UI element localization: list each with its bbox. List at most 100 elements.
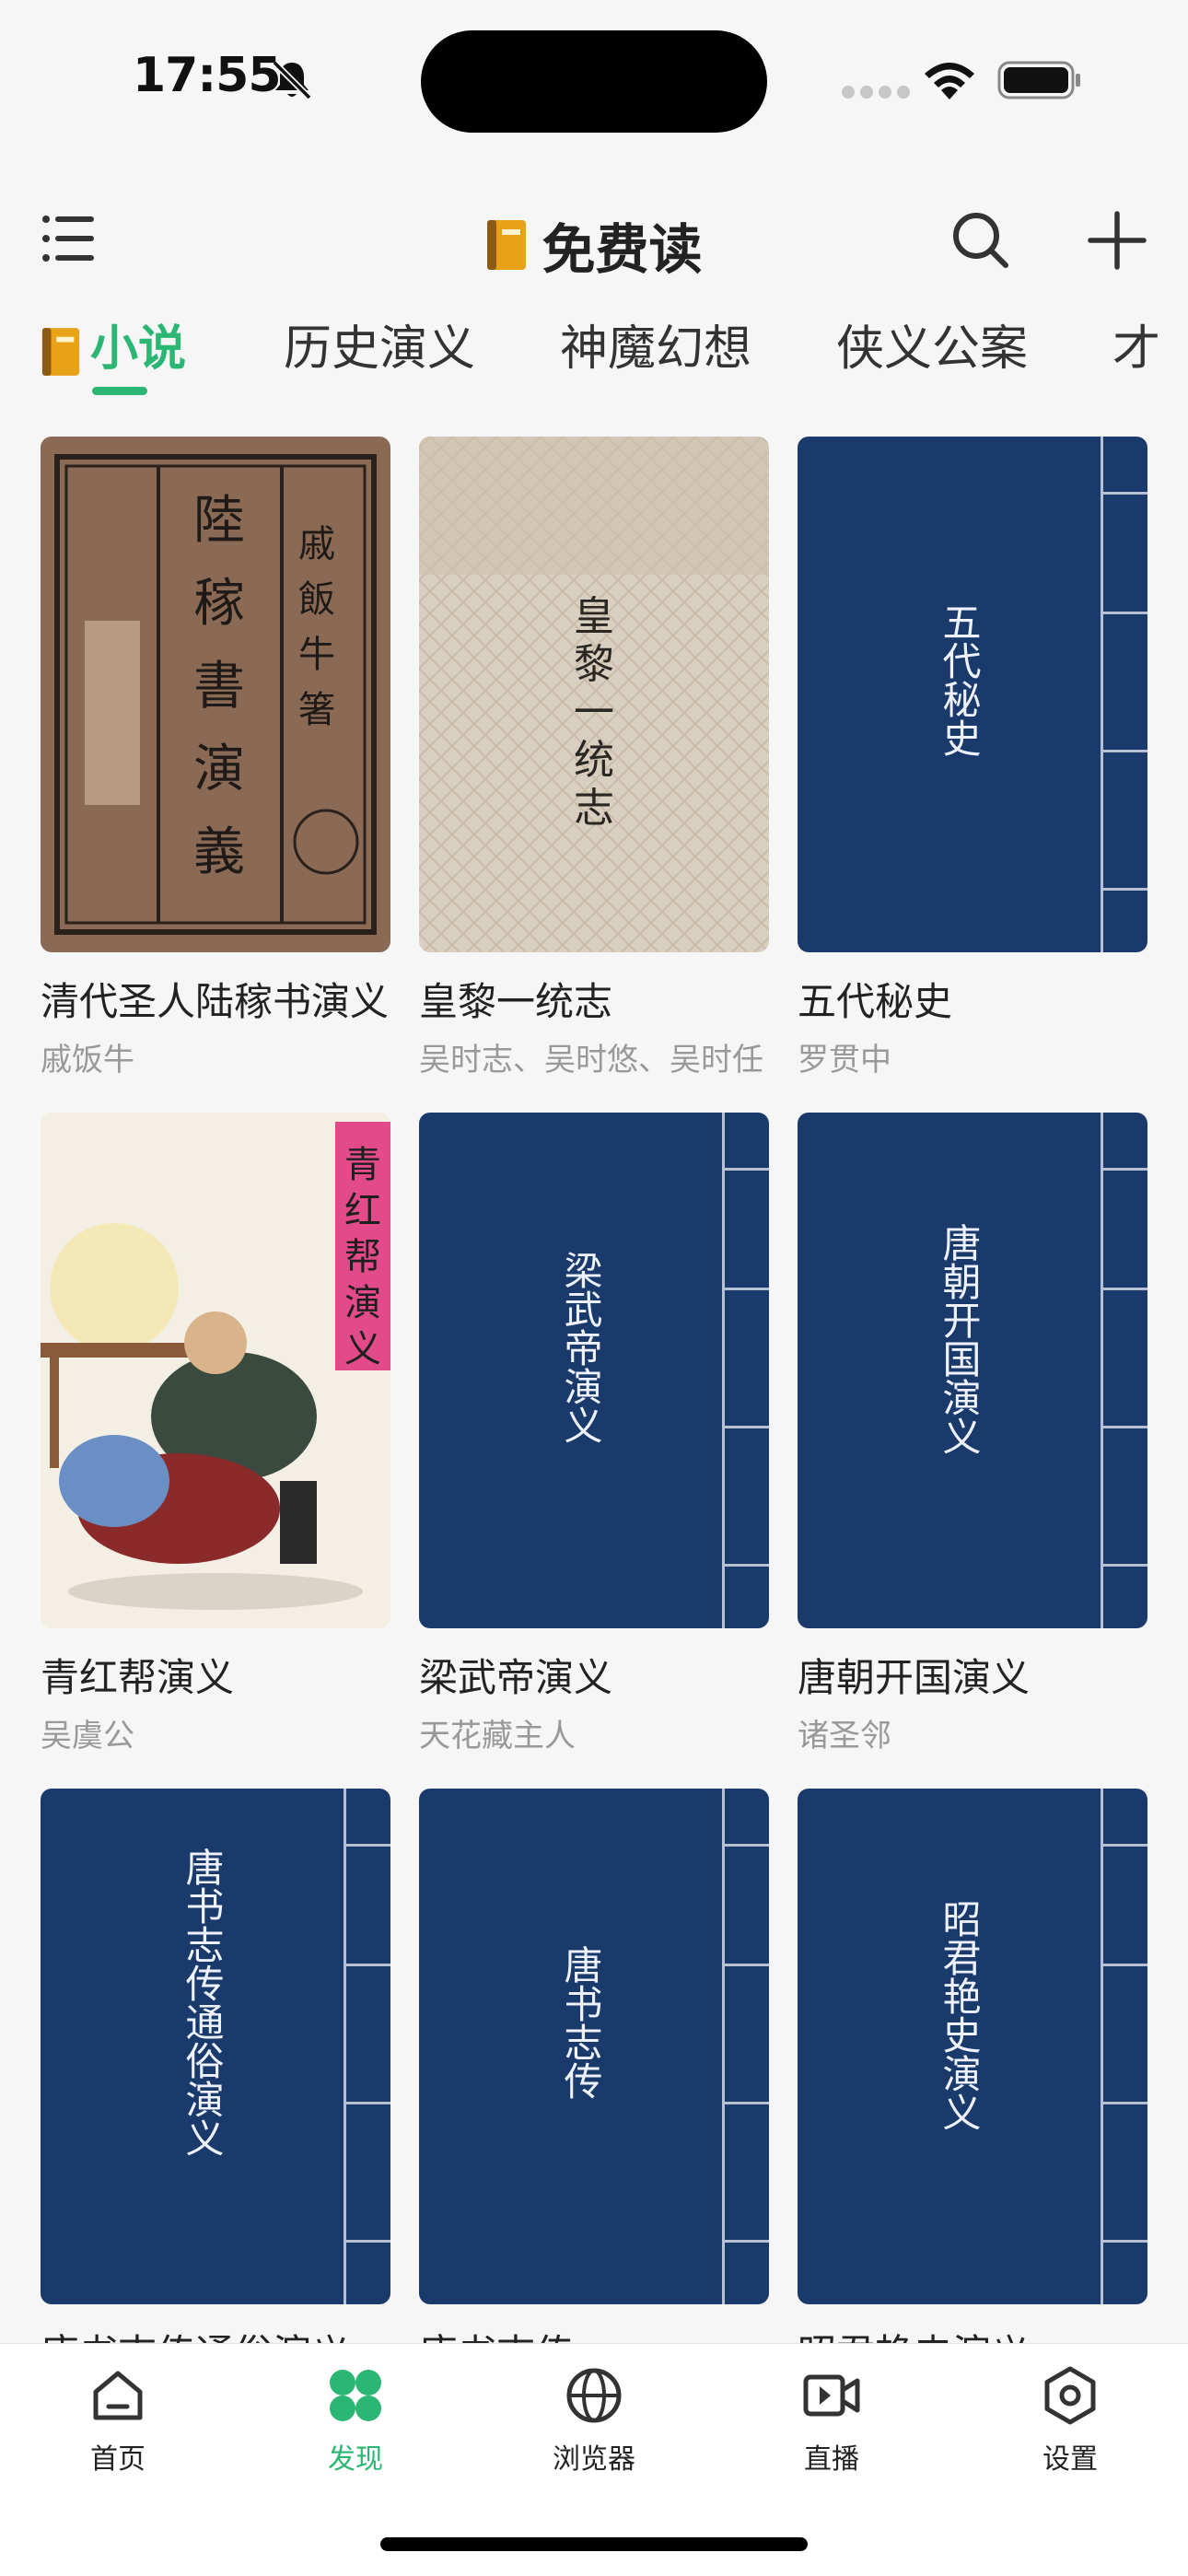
tab-history[interactable]: 历史演义 bbox=[284, 309, 475, 379]
cover-title: 唐书志传 bbox=[558, 1945, 603, 2100]
nav-live[interactable]: 直播 bbox=[758, 2364, 905, 2477]
nav-label: 浏览器 bbox=[553, 2443, 635, 2476]
video-camera-icon bbox=[803, 2374, 860, 2417]
nav-label: 首页 bbox=[90, 2443, 146, 2476]
cover-title: 唐朝开国演义 bbox=[937, 1223, 982, 1455]
home-icon bbox=[93, 2371, 143, 2420]
book-cover: 唐书志传 bbox=[419, 1789, 769, 2304]
dynamic-island bbox=[421, 30, 767, 133]
svg-text:红: 红 bbox=[344, 1190, 381, 1232]
discover-grid-icon bbox=[330, 2370, 381, 2421]
tab-label: 小说 bbox=[90, 321, 187, 377]
book-cover: 唐朝开国演义 bbox=[798, 1113, 1147, 1628]
page-title: 免费读 bbox=[542, 218, 703, 281]
book-title: 梁武帝演义 bbox=[419, 1655, 613, 1700]
book-author: 吴时志、吴时悠、吴时任 bbox=[419, 1042, 763, 1078]
book-author: 罗贯中 bbox=[798, 1042, 891, 1078]
book-cover: 梁武帝演义 bbox=[419, 1113, 769, 1628]
book-title: 清代圣人陆稼书演义 bbox=[41, 979, 390, 1024]
svg-text:飯: 飯 bbox=[298, 578, 335, 621]
book-binding bbox=[1101, 1789, 1147, 2304]
tab-fantasy[interactable]: 神魔幻想 bbox=[560, 309, 751, 379]
book-icon bbox=[487, 220, 527, 270]
book-card[interactable]: 梁武帝演义 梁武帝演义 天花藏主人 bbox=[419, 1113, 769, 1755]
book-binding bbox=[722, 1113, 769, 1628]
book-title: 唐朝开国演义 bbox=[798, 1655, 1031, 1700]
app-header: 免费读 bbox=[0, 184, 1188, 295]
cover-title: 梁武帝演义 bbox=[558, 1251, 603, 1444]
svg-text:统: 统 bbox=[574, 737, 614, 784]
book-card[interactable]: 青 红 帮 演 义 青红帮演义 吴虞公 bbox=[41, 1113, 390, 1755]
nav-label: 设置 bbox=[1042, 2443, 1098, 2476]
book-card[interactable]: 唐书志传 唐书志传 bbox=[419, 1789, 769, 2343]
book-card[interactable]: 皇 黎 一 统 志 皇黎一统志 吴时志、吴时悠、吴时任 bbox=[419, 437, 769, 1079]
bell-slash-icon bbox=[272, 60, 312, 100]
book-cover: 皇 黎 一 统 志 bbox=[419, 437, 769, 952]
svg-text:义: 义 bbox=[344, 1328, 381, 1370]
svg-text:牛: 牛 bbox=[298, 634, 335, 676]
book-cover: 昭君艳史演义 bbox=[798, 1789, 1147, 2304]
status-time: 17:55 bbox=[133, 48, 282, 103]
book-cover: 青 红 帮 演 义 bbox=[41, 1113, 390, 1628]
book-card[interactable]: 五代秘史 五代秘史 罗贯中 bbox=[798, 437, 1147, 1079]
book-title: 唐书志传 bbox=[419, 2323, 769, 2343]
cover-illustration: 陸 稼 書 演 義 戚 飯 牛 箸 bbox=[54, 454, 377, 935]
nav-home[interactable]: 首页 bbox=[44, 2364, 192, 2477]
home-indicator[interactable] bbox=[380, 2537, 808, 2551]
search-icon[interactable] bbox=[949, 208, 1013, 273]
tab-chivalry[interactable]: 侠义公案 bbox=[836, 309, 1028, 379]
book-title: 昭君艳史演义 bbox=[798, 2323, 1147, 2343]
cover-title: 五代秘史 bbox=[937, 602, 982, 757]
book-title: 青红帮演义 bbox=[41, 1655, 235, 1700]
svg-text:演: 演 bbox=[193, 740, 245, 799]
book-binding bbox=[722, 1789, 769, 2304]
book-card[interactable]: 唐朝开国演义 唐朝开国演义 诸圣邻 bbox=[798, 1113, 1147, 1755]
svg-text:稼: 稼 bbox=[193, 574, 245, 634]
active-tab-indicator bbox=[92, 387, 147, 395]
book-title: 皇黎一统志 bbox=[419, 979, 613, 1024]
battery-icon bbox=[997, 61, 1080, 99]
svg-text:帮: 帮 bbox=[344, 1236, 381, 1278]
book-cover: 陸 稼 書 演 義 戚 飯 牛 箸 bbox=[41, 437, 390, 952]
book-cover: 五代秘史 bbox=[798, 437, 1147, 952]
svg-text:箸: 箸 bbox=[298, 689, 335, 731]
book-card[interactable]: 陸 稼 書 演 義 戚 飯 牛 箸 清代圣人陆稼书演义 戚饭牛 bbox=[41, 437, 390, 1079]
signal-dots-icon bbox=[842, 85, 915, 102]
book-author: 戚饭牛 bbox=[41, 1042, 134, 1078]
svg-text:陸: 陸 bbox=[193, 491, 245, 551]
book-author: 诸圣邻 bbox=[798, 1718, 891, 1754]
svg-text:書: 書 bbox=[193, 657, 245, 717]
book-card[interactable]: 昭君艳史演义 昭君艳史演义 bbox=[798, 1789, 1147, 2343]
book-card[interactable]: 唐书志传通俗演义 唐书志传通俗演义 bbox=[41, 1789, 390, 2343]
settings-icon bbox=[1044, 2366, 1096, 2425]
book-title: 五代秘史 bbox=[798, 979, 953, 1024]
nav-browser[interactable]: 浏览器 bbox=[520, 2364, 668, 2477]
cover-title: 唐书志传通俗演义 bbox=[180, 1847, 225, 2157]
book-binding bbox=[1101, 437, 1147, 952]
svg-text:青: 青 bbox=[344, 1144, 381, 1186]
svg-text:戚: 戚 bbox=[298, 523, 335, 565]
globe-icon bbox=[566, 2368, 622, 2423]
nav-settings[interactable]: 设置 bbox=[996, 2364, 1144, 2477]
tab-novel[interactable]: 小说 bbox=[41, 309, 186, 379]
cover-illustration: 皇 黎 一 统 志 bbox=[419, 437, 769, 952]
status-bar: 17:55 bbox=[0, 0, 1188, 157]
svg-text:皇: 皇 bbox=[574, 593, 614, 640]
nav-label: 发现 bbox=[328, 2443, 383, 2476]
book-grid: 陸 稼 書 演 義 戚 飯 牛 箸 清代圣人陆稼书演义 戚饭牛 皇 黎 一 统 … bbox=[41, 437, 1147, 2343]
svg-text:黎: 黎 bbox=[574, 641, 614, 688]
add-icon[interactable] bbox=[1085, 208, 1149, 273]
book-binding bbox=[344, 1789, 390, 2304]
cover-title: 昭君艳史演义 bbox=[937, 1899, 982, 2131]
nav-discover[interactable]: 发现 bbox=[282, 2364, 429, 2477]
book-icon bbox=[41, 328, 80, 376]
category-tabs: 小说 历史演义 神魔幻想 侠义公案 才 bbox=[0, 304, 1188, 405]
book-binding bbox=[1101, 1113, 1147, 1628]
book-author: 天花藏主人 bbox=[419, 1718, 576, 1754]
book-title: 唐书志传通俗演义 bbox=[41, 2323, 390, 2343]
cover-illustration: 青 红 帮 演 义 bbox=[41, 1113, 390, 1628]
tab-more[interactable]: 才 bbox=[1112, 309, 1160, 379]
svg-text:志: 志 bbox=[574, 785, 614, 832]
book-cover: 唐书志传通俗演义 bbox=[41, 1789, 390, 2304]
svg-text:義: 義 bbox=[193, 822, 245, 882]
